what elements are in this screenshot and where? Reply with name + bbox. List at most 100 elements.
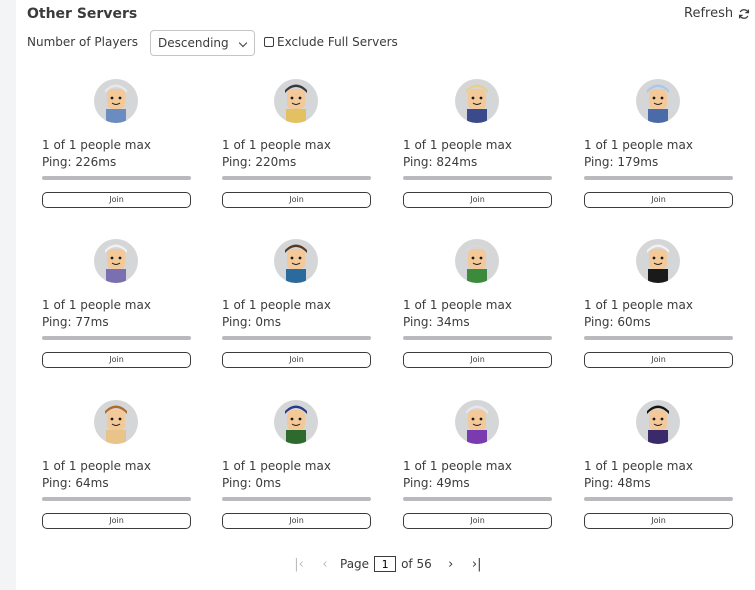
server-capacity-fill xyxy=(42,176,191,180)
server-card: 1 of 1 people max Ping: 64ms Join xyxy=(42,400,192,540)
server-capacity-fill xyxy=(403,176,552,180)
server-card: 1 of 1 people max Ping: 49ms Join xyxy=(403,400,553,540)
server-player-count: 1 of 1 people max xyxy=(222,138,331,152)
server-player-count: 1 of 1 people max xyxy=(584,298,693,312)
server-card: 1 of 1 people max Ping: 0ms Join xyxy=(222,239,372,379)
player-avatar[interactable] xyxy=(274,239,318,283)
server-player-count: 1 of 1 people max xyxy=(584,138,693,152)
server-card: 1 of 1 people max Ping: 60ms Join xyxy=(584,239,734,379)
server-capacity-fill xyxy=(584,336,733,340)
server-card: 1 of 1 people max Ping: 77ms Join xyxy=(42,239,192,379)
server-capacity-fill xyxy=(42,497,191,501)
server-ping: Ping: 220ms xyxy=(222,155,297,169)
server-player-count: 1 of 1 people max xyxy=(403,298,512,312)
next-page-icon[interactable]: › xyxy=(438,557,464,572)
server-capacity-bar xyxy=(42,336,191,340)
sort-dropdown[interactable]: Descending xyxy=(150,30,255,56)
server-capacity-bar xyxy=(403,176,552,180)
refresh-label: Refresh xyxy=(684,6,734,21)
server-capacity-bar xyxy=(222,176,371,180)
server-card: 1 of 1 people max Ping: 48ms Join xyxy=(584,400,734,540)
page-count: of 56 xyxy=(401,557,432,571)
server-capacity-bar xyxy=(222,497,371,501)
previous-page-icon[interactable]: ‹ xyxy=(312,557,338,572)
server-card: 1 of 1 people max Ping: 824ms Join xyxy=(403,79,553,219)
player-avatar[interactable] xyxy=(94,400,138,444)
server-ping: Ping: 824ms xyxy=(403,155,478,169)
server-capacity-bar xyxy=(403,497,552,501)
join-button[interactable]: Join xyxy=(42,352,191,368)
join-button[interactable]: Join xyxy=(42,513,191,529)
last-page-icon[interactable]: ›| xyxy=(464,557,490,572)
server-capacity-bar xyxy=(584,176,733,180)
join-button[interactable]: Join xyxy=(403,513,552,529)
server-card: 1 of 1 people max Ping: 34ms Join xyxy=(403,239,553,379)
server-capacity-bar xyxy=(584,336,733,340)
join-button[interactable]: Join xyxy=(222,352,371,368)
server-capacity-fill xyxy=(42,336,191,340)
player-avatar[interactable] xyxy=(636,239,680,283)
server-ping: Ping: 34ms xyxy=(403,315,470,329)
server-ping: Ping: 48ms xyxy=(584,476,651,490)
server-capacity-fill xyxy=(584,497,733,501)
server-capacity-bar xyxy=(403,336,552,340)
server-player-count: 1 of 1 people max xyxy=(584,459,693,473)
server-capacity-fill xyxy=(222,497,371,501)
server-capacity-bar xyxy=(42,497,191,501)
player-avatar[interactable] xyxy=(94,79,138,123)
server-player-count: 1 of 1 people max xyxy=(403,138,512,152)
server-player-count: 1 of 1 people max xyxy=(42,459,151,473)
player-avatar[interactable] xyxy=(94,239,138,283)
server-capacity-fill xyxy=(222,176,371,180)
server-capacity-bar xyxy=(584,497,733,501)
join-button[interactable]: Join xyxy=(222,192,371,208)
player-avatar[interactable] xyxy=(274,79,318,123)
join-button[interactable]: Join xyxy=(584,513,733,529)
server-capacity-bar xyxy=(222,336,371,340)
join-button[interactable]: Join xyxy=(584,352,733,368)
server-player-count: 1 of 1 people max xyxy=(42,298,151,312)
server-player-count: 1 of 1 people max xyxy=(403,459,512,473)
player-avatar[interactable] xyxy=(274,400,318,444)
server-ping: Ping: 226ms xyxy=(42,155,117,169)
pagination: |‹ ‹ Page of 56 › ›| xyxy=(286,556,490,572)
server-capacity-fill xyxy=(403,497,552,501)
server-capacity-fill xyxy=(584,176,733,180)
page-label: Page xyxy=(340,557,370,571)
server-ping: Ping: 0ms xyxy=(222,315,281,329)
sort-dropdown-value: Descending xyxy=(158,36,229,50)
join-button[interactable]: Join xyxy=(403,192,552,208)
server-capacity-fill xyxy=(403,336,552,340)
player-avatar[interactable] xyxy=(455,400,499,444)
server-ping: Ping: 179ms xyxy=(584,155,659,169)
server-player-count: 1 of 1 people max xyxy=(42,138,151,152)
refresh-button[interactable]: Refresh xyxy=(684,6,750,21)
join-button[interactable]: Join xyxy=(584,192,733,208)
player-avatar[interactable] xyxy=(455,79,499,123)
server-card: 1 of 1 people max Ping: 179ms Join xyxy=(584,79,734,219)
left-sidebar-strip xyxy=(0,0,16,590)
player-avatar[interactable] xyxy=(455,239,499,283)
server-capacity-bar xyxy=(42,176,191,180)
join-button[interactable]: Join xyxy=(222,513,371,529)
section-title: Other Servers xyxy=(27,6,138,22)
player-avatar[interactable] xyxy=(636,400,680,444)
server-ping: Ping: 60ms xyxy=(584,315,651,329)
exclude-full-servers-toggle[interactable]: Exclude Full Servers xyxy=(264,35,398,49)
player-avatar[interactable] xyxy=(636,79,680,123)
join-button[interactable]: Join xyxy=(403,352,552,368)
server-ping: Ping: 77ms xyxy=(42,315,109,329)
server-ping: Ping: 0ms xyxy=(222,476,281,490)
chevron-down-icon xyxy=(238,38,248,48)
refresh-icon xyxy=(738,8,750,20)
server-player-count: 1 of 1 people max xyxy=(222,298,331,312)
sort-label: Number of Players xyxy=(27,35,138,49)
exclude-full-checkbox[interactable] xyxy=(264,37,274,47)
join-button[interactable]: Join xyxy=(42,192,191,208)
page-number-input[interactable] xyxy=(374,556,397,572)
server-card: 1 of 1 people max Ping: 0ms Join xyxy=(222,400,372,540)
server-player-count: 1 of 1 people max xyxy=(222,459,331,473)
server-ping: Ping: 64ms xyxy=(42,476,109,490)
server-ping: Ping: 49ms xyxy=(403,476,470,490)
first-page-icon[interactable]: |‹ xyxy=(286,557,312,572)
